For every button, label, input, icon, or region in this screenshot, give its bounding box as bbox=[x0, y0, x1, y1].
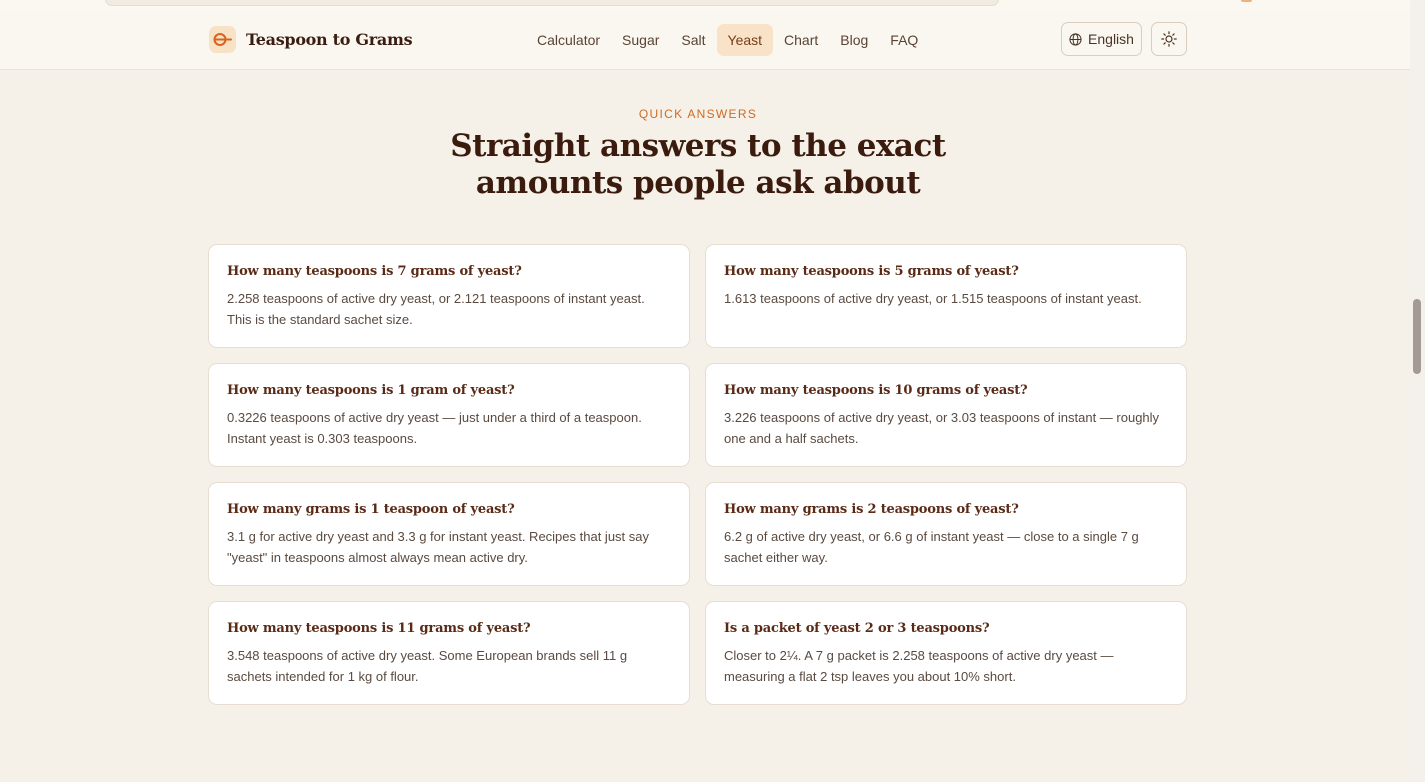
extension-icon bbox=[1241, 0, 1252, 2]
section-title-line1: Straight answers to the exact bbox=[450, 128, 946, 164]
nav-yeast[interactable]: Yeast bbox=[716, 24, 774, 56]
faq-card: Is a packet of yeast 2 or 3 teaspoons? C… bbox=[705, 601, 1187, 705]
main-nav: Calculator Sugar Salt Yeast Chart Blog F… bbox=[526, 24, 929, 56]
section-title-line2: amounts people ask about bbox=[475, 165, 921, 201]
faq-card: How many grams is 1 teaspoon of yeast? 3… bbox=[208, 482, 690, 586]
faq-answer: Closer to 2¼. A 7 g packet is 2.258 teas… bbox=[724, 648, 1114, 684]
faq-card: How many grams is 2 teaspoons of yeast? … bbox=[705, 482, 1187, 586]
nav-sugar[interactable]: Sugar bbox=[611, 24, 670, 56]
faq-answer: 1.613 teaspoons of active dry yeast, or … bbox=[724, 291, 1142, 306]
faq-answer: 0.3226 teaspoons of active dry yeast — j… bbox=[227, 410, 642, 446]
language-button[interactable]: English bbox=[1061, 22, 1142, 56]
faq-card: How many teaspoons is 11 grams of yeast?… bbox=[208, 601, 690, 705]
faq-answer: 3.226 teaspoons of active dry yeast, or … bbox=[724, 410, 1160, 446]
sun-icon bbox=[1161, 31, 1177, 47]
brand-link[interactable]: Teaspoon to Grams bbox=[209, 26, 413, 53]
teaspoon-logo-icon bbox=[209, 26, 236, 53]
faq-answer: 2.258 teaspoons of active dry yeast, or … bbox=[227, 291, 645, 327]
page-scrollbar[interactable] bbox=[1410, 0, 1425, 782]
faq-answer: 3.1 g for active dry yeast and 3.3 g for… bbox=[227, 529, 649, 565]
faq-question: How many teaspoons is 10 grams of yeast? bbox=[724, 383, 1028, 398]
theme-toggle-button[interactable] bbox=[1151, 22, 1187, 56]
faq-question: How many teaspoons is 5 grams of yeast? bbox=[724, 264, 1019, 279]
section-eyebrow: QUICK ANSWERS bbox=[638, 107, 758, 121]
globe-icon bbox=[1069, 32, 1082, 46]
nav-blog[interactable]: Blog bbox=[829, 24, 879, 56]
faq-answer: 3.548 teaspoons of active dry yeast. Som… bbox=[227, 648, 628, 684]
faq-card: How many teaspoons is 7 grams of yeast? … bbox=[208, 244, 690, 348]
nav-chart[interactable]: Chart bbox=[773, 24, 829, 56]
brand-name: Teaspoon to Grams bbox=[246, 30, 413, 49]
faq-answer: 6.2 g of active dry yeast, or 6.6 g of i… bbox=[724, 529, 1139, 565]
language-label: English bbox=[1088, 31, 1134, 47]
site-header: Teaspoon to Grams Calculator Sugar Salt … bbox=[0, 11, 1410, 70]
faq-card: How many teaspoons is 10 grams of yeast?… bbox=[705, 363, 1187, 467]
search-bar-remnant bbox=[105, 0, 999, 6]
faq-card: How many teaspoons is 1 gram of yeast? 0… bbox=[208, 363, 690, 467]
nav-faq[interactable]: FAQ bbox=[879, 24, 929, 56]
nav-calculator[interactable]: Calculator bbox=[526, 24, 611, 56]
faq-question: How many teaspoons is 1 gram of yeast? bbox=[227, 383, 515, 398]
section-title: Straight answers to the exact amounts pe… bbox=[0, 128, 1396, 202]
faq-card: How many teaspoons is 5 grams of yeast? … bbox=[705, 244, 1187, 348]
nav-salt[interactable]: Salt bbox=[670, 24, 716, 56]
faq-question: How many teaspoons is 11 grams of yeast? bbox=[227, 621, 531, 636]
scrollbar-thumb[interactable] bbox=[1413, 299, 1421, 374]
faq-question: How many teaspoons is 7 grams of yeast? bbox=[227, 264, 522, 279]
faq-question: How many grams is 1 teaspoon of yeast? bbox=[227, 502, 515, 517]
faq-question: How many grams is 2 teaspoons of yeast? bbox=[724, 502, 1019, 517]
faq-question: Is a packet of yeast 2 or 3 teaspoons? bbox=[724, 621, 990, 636]
